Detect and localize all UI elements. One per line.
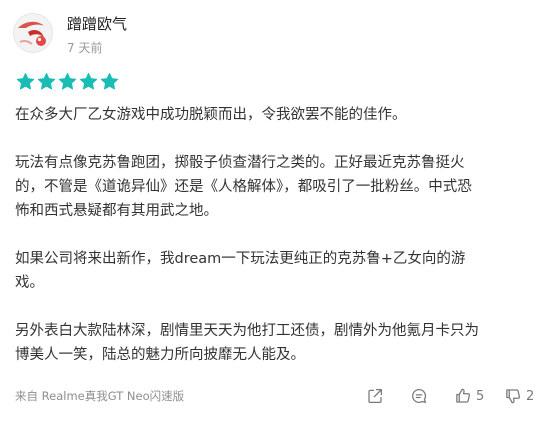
review-body: 在众多大厂乙女游戏中成功脱颖而出，令我欲罢不能的佳作。 玩法有点像克苏鲁跑团，掷… [15, 103, 540, 367]
review-paragraph: 另外表白大款陆林深，剧情里天天为他打工还债，剧情外为他氪月卡只为 博美人一笑，陆… [15, 323, 479, 363]
dislike-count: 2 [526, 388, 535, 404]
device-label: 来自 Realme真我GT Neo闪速版 [15, 389, 185, 403]
star-rating [16, 72, 119, 92]
comment-button[interactable] [410, 386, 428, 406]
like-count: 5 [476, 388, 485, 404]
review-paragraph: 玩法有点像克苏鲁跑团，掷骰子侦查潜行之类的。正好最近克苏鲁挺火 的，不管是《道诡… [15, 155, 472, 219]
star-icon [79, 72, 98, 90]
thumbs-up-icon [456, 388, 471, 403]
comment-icon [412, 388, 427, 404]
star-icon [16, 72, 35, 90]
star-icon [58, 72, 77, 90]
like-button[interactable]: 5 [454, 386, 484, 406]
avatar-image [14, 14, 52, 52]
share-button[interactable] [366, 386, 384, 406]
share-icon [368, 388, 383, 404]
star-icon [100, 72, 119, 90]
star-icon [37, 72, 56, 90]
post-time: 7 天前 [67, 41, 103, 55]
review-footer: 来自 Realme真我GT Neo闪速版 5 2 [0, 384, 552, 408]
username[interactable]: 蹭蹭欧气 [67, 14, 127, 34]
thumbs-down-icon [506, 389, 521, 404]
avatar[interactable] [13, 13, 53, 53]
review-paragraph: 如果公司将来出新作，我dream一下玩法更纯正的克苏鲁+乙女向的游 戏。 [15, 251, 466, 291]
review-paragraph: 在众多大厂乙女游戏中成功脱颖而出，令我欲罢不能的佳作。 [15, 107, 407, 123]
dislike-button[interactable]: 2 [504, 386, 534, 406]
